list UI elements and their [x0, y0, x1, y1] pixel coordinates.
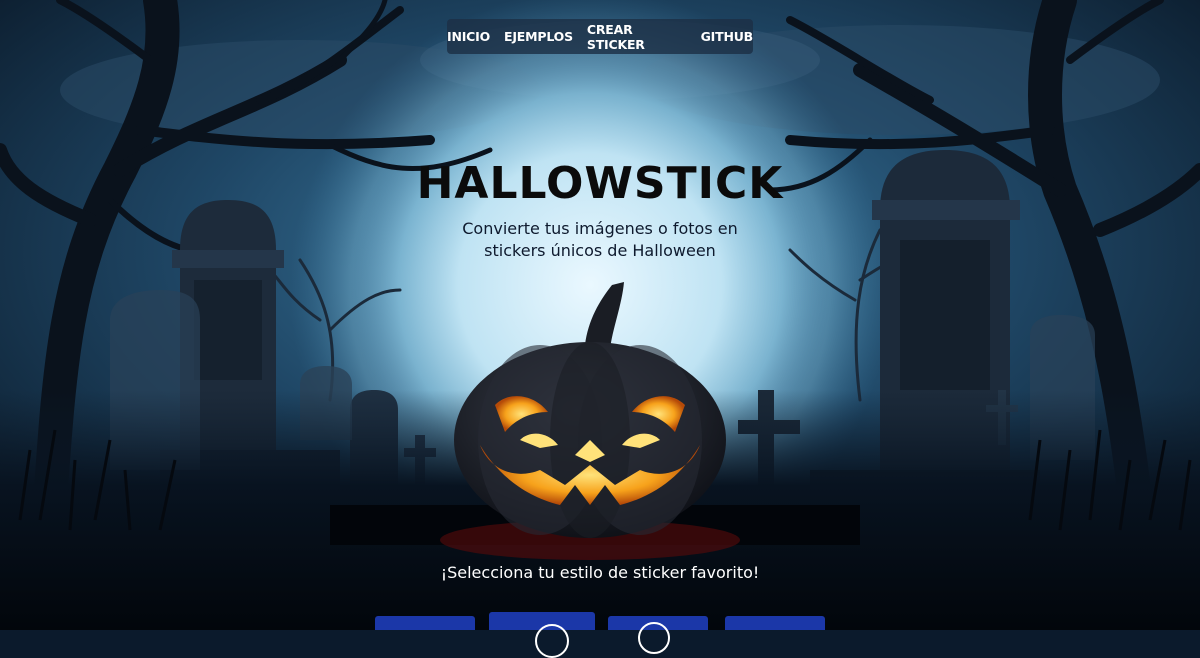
- subtitle-line-2: stickers únicos de Halloween: [484, 241, 716, 260]
- page-title: HALLOWSTICK: [416, 158, 784, 209]
- nav-link-crear-sticker[interactable]: CREAR STICKER: [587, 22, 687, 52]
- nav-link-inicio[interactable]: INICIO: [447, 29, 490, 44]
- circle-icon: [638, 622, 670, 654]
- subtitle-line-1: Convierte tus imágenes o fotos en: [462, 219, 738, 238]
- page-subtitle: Convierte tus imágenes o fotos en sticke…: [400, 218, 800, 262]
- halloween-graveyard-background: [0, 0, 1200, 630]
- style-option-2[interactable]: [489, 612, 595, 658]
- sticker-style-prompt: ¡Selecciona tu estilo de sticker favorit…: [440, 563, 760, 582]
- top-navigation: INICIO EJEMPLOS CREAR STICKER GITHUB: [447, 19, 753, 54]
- nav-link-github[interactable]: GITHUB: [701, 29, 754, 44]
- style-option-4[interactable]: [725, 616, 825, 630]
- nav-link-ejemplos[interactable]: EJEMPLOS: [504, 29, 573, 44]
- style-option-3[interactable]: [608, 616, 708, 654]
- style-option-1[interactable]: [375, 616, 475, 630]
- circle-icon: [535, 624, 569, 658]
